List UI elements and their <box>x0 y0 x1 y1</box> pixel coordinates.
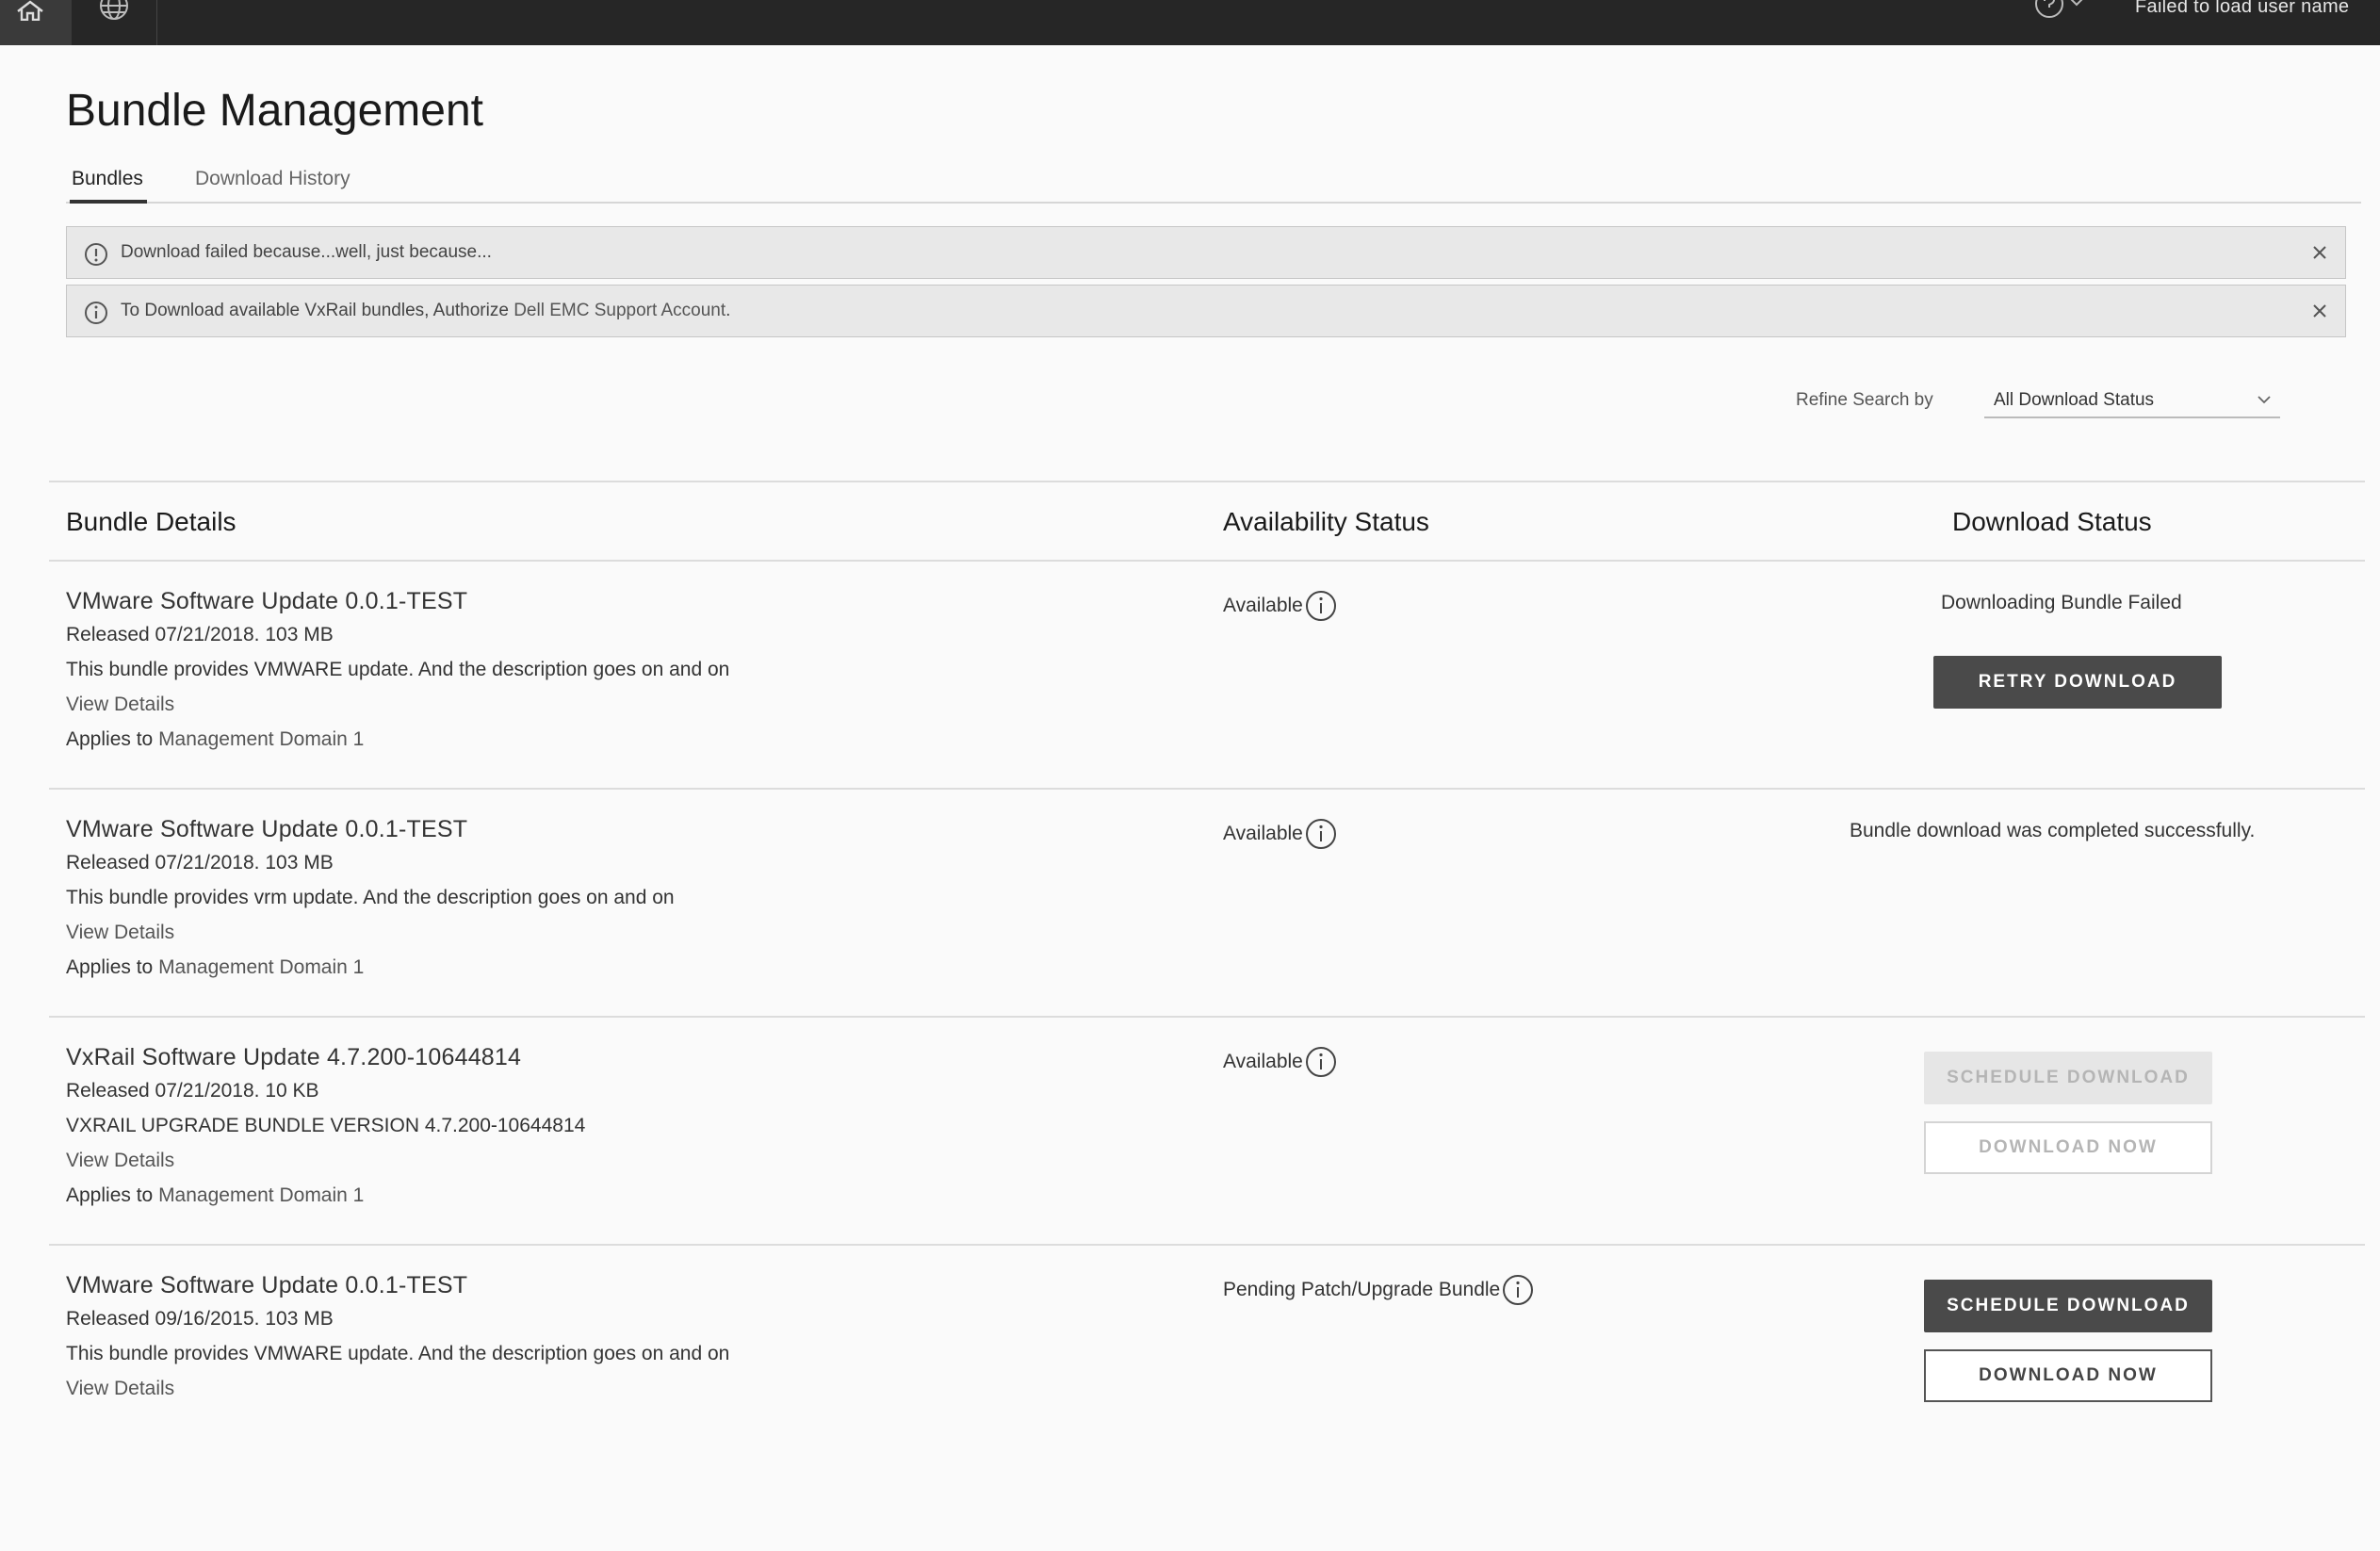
availability-text: Available <box>1223 1051 1303 1072</box>
availability-status: Available <box>1223 1046 1337 1078</box>
chevron-down-icon[interactable] <box>2069 0 2084 8</box>
download-status-text: Downloading Bundle Failed <box>1941 592 2182 613</box>
table-row: VMware Software Update 0.0.1-TEST Releas… <box>49 790 2365 1018</box>
alert-message: Download failed because...well, just bec… <box>121 242 492 262</box>
info-icon[interactable] <box>1305 590 1337 622</box>
bundle-description: This bundle provides VMWARE update. And … <box>66 1343 730 1364</box>
bundle-applies-to: Applies to Management Domain 1 <box>66 728 364 751</box>
schedule-download-button[interactable]: SCHEDULE DOWNLOAD <box>1924 1280 2212 1332</box>
top-bar: Failed to load user name <box>0 0 2380 45</box>
bundle-description: VXRAIL UPGRADE BUNDLE VERSION 4.7.200-10… <box>66 1115 586 1136</box>
download-status-text: Bundle download was completed successful… <box>1850 820 2256 841</box>
management-domain-link[interactable]: Management Domain 1 <box>158 956 364 978</box>
page-title: Bundle Management <box>66 86 483 136</box>
management-domain-link[interactable]: Management Domain 1 <box>158 728 364 750</box>
download-now-button[interactable]: DOWNLOAD NOW <box>1924 1349 2212 1402</box>
home-button[interactable] <box>0 0 72 45</box>
tab-bundles[interactable]: Bundles <box>70 168 147 204</box>
availability-status: Available <box>1223 590 1337 622</box>
table-row: VxRail Software Update 4.7.200-10644814 … <box>49 1018 2365 1246</box>
view-details-link[interactable]: View Details <box>66 1150 174 1172</box>
alert-authorize-account: To Download available VxRail bundles, Au… <box>66 285 2346 337</box>
bundle-applies-to: Applies to Management Domain 1 <box>66 1184 364 1207</box>
info-icon[interactable] <box>1305 818 1337 850</box>
availability-text: Available <box>1223 823 1303 844</box>
info-icon <box>85 243 107 266</box>
bundle-name: VxRail Software Update 4.7.200-10644814 <box>66 1044 522 1070</box>
bundle-released: Released 07/21/2018. 103 MB <box>66 852 334 873</box>
alert-message-suffix: . <box>725 301 731 320</box>
download-now-button[interactable]: DOWNLOAD NOW <box>1924 1121 2212 1174</box>
info-icon[interactable] <box>1502 1274 1534 1306</box>
header-availability-status: Availability Status <box>1223 507 1429 536</box>
applies-prefix: Applies to <box>66 1184 159 1206</box>
bundle-description: This bundle provides vrm update. And the… <box>66 887 675 908</box>
table-row: VMware Software Update 0.0.1-TEST Releas… <box>49 1246 2365 1474</box>
alert-download-failed: Download failed because...well, just bec… <box>66 226 2346 279</box>
info-icon <box>85 302 107 324</box>
bundle-released: Released 07/21/2018. 10 KB <box>66 1080 319 1102</box>
bundle-released: Released 07/21/2018. 103 MB <box>66 624 334 645</box>
availability-status: Pending Patch/Upgrade Bundle <box>1223 1274 1534 1306</box>
chevron-down-icon <box>2258 396 2271 404</box>
schedule-download-button[interactable]: SCHEDULE DOWNLOAD <box>1924 1052 2212 1104</box>
table-row: VMware Software Update 0.0.1-TEST Releas… <box>49 562 2365 790</box>
close-icon[interactable] <box>2309 242 2330 263</box>
bundle-name: VMware Software Update 0.0.1-TEST <box>66 588 468 614</box>
applies-prefix: Applies to <box>66 728 159 750</box>
help-icon[interactable] <box>2033 0 2065 19</box>
support-account-link[interactable]: Dell EMC Support Account <box>513 301 725 320</box>
bundle-name: VMware Software Update 0.0.1-TEST <box>66 1272 468 1298</box>
bundle-name: VMware Software Update 0.0.1-TEST <box>66 816 468 842</box>
bundle-released: Released 09/16/2015. 103 MB <box>66 1308 334 1330</box>
header-download-status: Download Status <box>1952 507 2152 536</box>
refine-search-label: Refine Search by <box>1796 390 1933 410</box>
table-header: Bundle Details Availability Status Downl… <box>49 481 2365 562</box>
bundle-applies-to: Applies to Management Domain 1 <box>66 956 364 979</box>
management-domain-link[interactable]: Management Domain 1 <box>158 1184 364 1206</box>
view-details-link[interactable]: View Details <box>66 694 174 716</box>
globe-icon[interactable] <box>98 0 130 21</box>
download-status-selected: All Download Status <box>1994 390 2155 410</box>
retry-download-button[interactable]: RETRY DOWNLOAD <box>1933 656 2222 709</box>
alert-message-prefix: To Download available VxRail bundles, Au… <box>121 301 514 320</box>
user-name[interactable]: Failed to load user name <box>2135 0 2349 18</box>
availability-text: Available <box>1223 595 1303 616</box>
bundle-description: This bundle provides VMWARE update. And … <box>66 659 730 680</box>
download-status-select[interactable]: All Download Status <box>1984 381 2280 418</box>
home-icon <box>17 0 43 21</box>
availability-status: Available <box>1223 818 1337 850</box>
tab-download-history[interactable]: Download History <box>195 168 350 190</box>
applies-prefix: Applies to <box>66 956 159 978</box>
availability-text: Pending Patch/Upgrade Bundle <box>1223 1279 1501 1300</box>
view-details-link[interactable]: View Details <box>66 1378 174 1400</box>
header-bundle-details: Bundle Details <box>66 507 236 536</box>
close-icon[interactable] <box>2309 301 2330 321</box>
view-details-link[interactable]: View Details <box>66 922 174 944</box>
topbar-divider <box>156 0 157 45</box>
alert-message: To Download available VxRail bundles, Au… <box>121 301 730 321</box>
tab-bar: Bundles Download History <box>66 162 2361 204</box>
info-icon[interactable] <box>1305 1046 1337 1078</box>
